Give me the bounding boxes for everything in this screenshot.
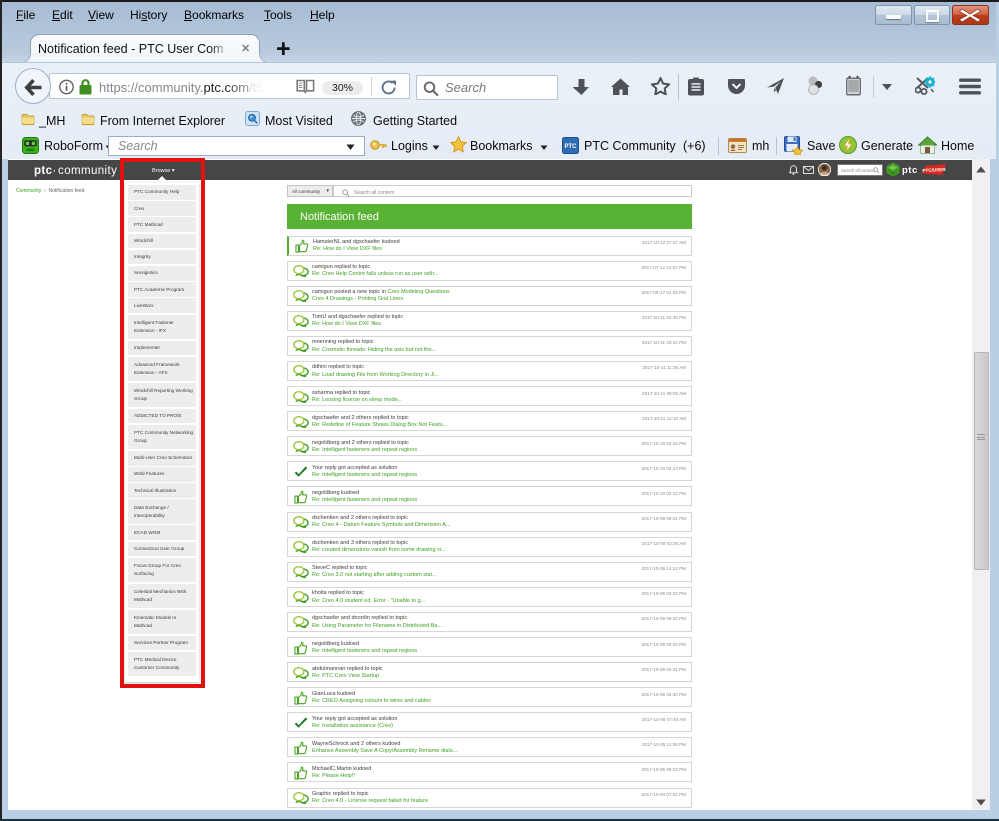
svg-text:PTC: PTC xyxy=(565,144,578,150)
